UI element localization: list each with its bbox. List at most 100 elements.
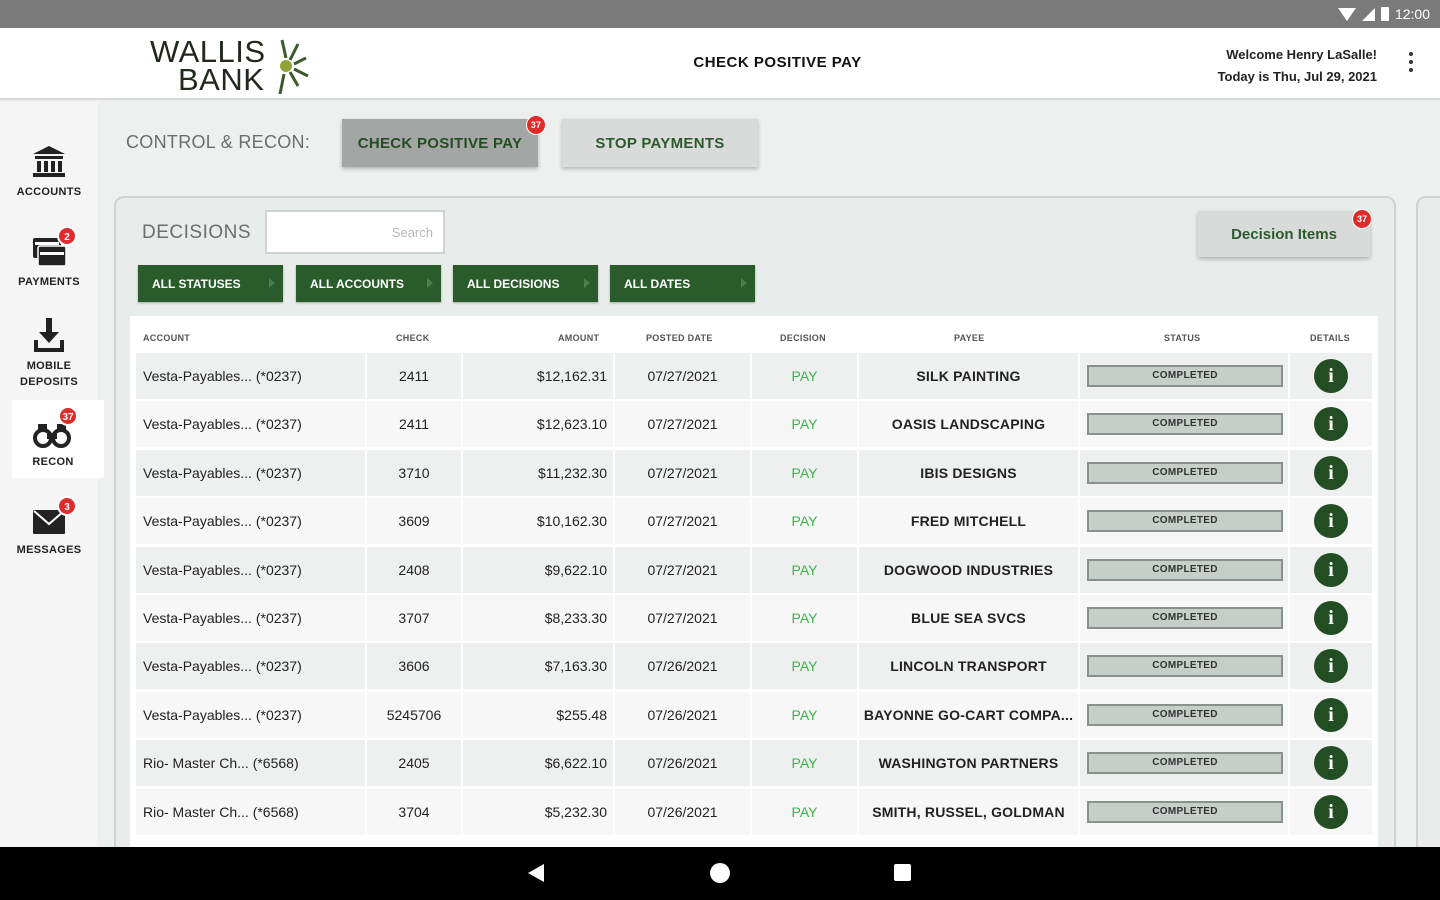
column-header-amount[interactable]: AMOUNT	[558, 333, 599, 343]
column-header-check[interactable]: CHECK	[396, 333, 430, 343]
battery-icon	[1380, 7, 1389, 21]
decisions-heading: DECISIONS	[142, 222, 252, 243]
posted-date-cell: 07/27/2021	[615, 401, 752, 448]
sidebar-item-messages[interactable]: 3 MESSAGES	[0, 496, 98, 558]
column-header-posted-date[interactable]: POSTED DATE	[646, 333, 713, 343]
table-row[interactable]: Vesta-Payables... (*0237) 3606 $7,163.30 07…	[136, 643, 1372, 690]
filter-all-statuses[interactable]: ALL STATUSES	[138, 265, 283, 302]
table-row[interactable]: Vesta-Payables... (*0237) 3609 $10,162.30 0…	[136, 498, 1372, 545]
sidebar-item-mobile-deposits[interactable]: MOBILE DEPOSITS	[0, 316, 98, 390]
sidebar-item-payments[interactable]: 2 PAYMENTS	[0, 226, 98, 290]
tab-check-positive-pay[interactable]: CHECK POSITIVE PAY 37	[342, 115, 546, 167]
column-header-details[interactable]: DETAILS	[1310, 333, 1350, 343]
status-cell: COMPLETED	[1080, 353, 1290, 399]
info-icon[interactable]: i	[1314, 601, 1348, 635]
payee-cell: OASIS LANDSCAPING	[859, 401, 1080, 448]
payee-cell: FRED MITCHELL	[859, 498, 1080, 545]
back-icon[interactable]	[528, 864, 544, 882]
column-header-status[interactable]: STATUS	[1164, 333, 1200, 343]
status-cell: COMPLETED	[1080, 449, 1290, 496]
payee-cell: BAYONNE GO-CART COMPA...	[859, 691, 1080, 738]
secondary-panel	[1416, 196, 1440, 856]
info-icon[interactable]: i	[1314, 504, 1348, 539]
check-cell: 2408	[367, 546, 463, 593]
welcome-block: Welcome Henry LaSalle! Today is Thu, Jul…	[1218, 44, 1377, 88]
status-cell: COMPLETED	[1080, 643, 1290, 690]
status-badge: COMPLETED	[1087, 800, 1283, 823]
info-icon[interactable]: i	[1314, 407, 1348, 442]
status-cell: COMPLETED	[1080, 595, 1290, 641]
column-header-account[interactable]: ACCOUNT	[143, 333, 190, 343]
amount-cell: $9,622.10	[463, 546, 615, 593]
details-cell: i	[1290, 692, 1372, 738]
sidebar: ACCOUNTS 2 PAYMENTS MOBILE DEPOSITS 37 R…	[0, 102, 104, 847]
decision-items-button[interactable]: Decision Items 37	[1198, 209, 1372, 257]
amount-cell: $12,162.31	[463, 353, 615, 399]
info-icon[interactable]: i	[1314, 746, 1348, 781]
overflow-menu-icon[interactable]	[1408, 52, 1414, 72]
status-cell: COMPLETED	[1080, 788, 1290, 835]
sidebar-item-recon[interactable]: 37 RECON	[12, 400, 104, 478]
dropdown-arrow-icon	[584, 278, 590, 288]
check-cell: 3609	[367, 498, 463, 545]
info-icon[interactable]: i	[1314, 649, 1348, 684]
info-icon[interactable]: i	[1314, 455, 1348, 490]
sidebar-item-accounts[interactable]: ACCOUNTS	[0, 142, 98, 200]
account-cell: Vesta-Payables... (*0237)	[136, 691, 367, 738]
account-cell: Vesta-Payables... (*0237)	[136, 401, 367, 448]
check-cell: 3710	[367, 449, 463, 496]
info-icon[interactable]: i	[1314, 794, 1348, 829]
recent-apps-icon[interactable]	[894, 864, 911, 881]
info-icon[interactable]: i	[1314, 552, 1348, 587]
check-cell: 5245706	[367, 691, 463, 738]
details-cell: i	[1290, 643, 1372, 689]
status-badge: COMPLETED	[1087, 703, 1283, 726]
column-header-payee[interactable]: PAYEE	[954, 333, 985, 343]
status-badge: COMPLETED	[1087, 413, 1283, 436]
status-badge: COMPLETED	[1087, 558, 1283, 581]
check-cell: 2411	[367, 401, 463, 448]
filter-label: ALL ACCOUNTS	[310, 276, 404, 291]
table-row[interactable]: Vesta-Payables... (*0237) 3707 $8,233.30 07…	[136, 595, 1372, 641]
payee-cell: SILK PAINTING	[859, 353, 1080, 399]
search-input[interactable]	[265, 210, 445, 254]
home-icon[interactable]	[710, 863, 730, 883]
payee-cell: BLUE SEA SVCS	[859, 595, 1080, 641]
amount-cell: $255.48	[463, 691, 615, 738]
decision-cell: PAY	[752, 643, 859, 690]
check-cell: 3704	[367, 788, 463, 835]
table-row[interactable]: Vesta-Payables... (*0237) 3710 $11,232.30 0…	[136, 449, 1372, 496]
clock: 12:00	[1394, 6, 1430, 22]
tab-stop-payments[interactable]: STOP PAYMENTS	[562, 119, 758, 167]
check-cell: 2405	[367, 740, 463, 787]
status-badge: COMPLETED	[1087, 461, 1283, 484]
control-recon-label: CONTROL & RECON:	[126, 132, 311, 152]
column-header-decision[interactable]: DECISION	[780, 333, 826, 343]
amount-cell: $7,163.30	[463, 643, 615, 690]
table-row[interactable]: Vesta-Payables... (*0237) 5245706 $255.48 0…	[136, 691, 1372, 738]
system-status-bar: 12:00	[0, 0, 1440, 28]
table-row[interactable]: Vesta-Payables... (*0237) 2408 $9,622.10 07…	[136, 546, 1372, 593]
decision-cell: PAY	[752, 353, 859, 399]
filter-all-accounts[interactable]: ALL ACCOUNTS	[296, 265, 441, 302]
welcome-text: Welcome Henry LaSalle!	[1226, 47, 1377, 62]
table-header: ACCOUNT CHECK AMOUNT POSTED DATE DECISIO…	[136, 333, 1372, 353]
info-icon[interactable]: i	[1314, 359, 1348, 393]
table-row[interactable]: Vesta-Payables... (*0237) 2411 $12,623.10 0…	[136, 401, 1372, 448]
signal-icon	[1361, 7, 1375, 21]
account-cell: Vesta-Payables... (*0237)	[136, 353, 367, 399]
account-cell: Vesta-Payables... (*0237)	[136, 449, 367, 496]
info-icon[interactable]: i	[1314, 697, 1348, 732]
status-badge: COMPLETED	[1087, 752, 1283, 775]
table-row[interactable]: Rio- Master Ch... (*6568) 2405 $6,622.10 07…	[136, 740, 1372, 787]
status-cell: COMPLETED	[1080, 498, 1290, 545]
table-row[interactable]: Rio- Master Ch... (*6568) 3704 $5,232.30 07…	[136, 788, 1372, 835]
check-cell: 3606	[367, 643, 463, 690]
filter-all-dates[interactable]: ALL DATES	[610, 265, 755, 302]
table-row[interactable]: Vesta-Payables... (*0237) 2411 $12,162.31 0…	[136, 353, 1372, 399]
download-icon	[34, 318, 64, 352]
payee-cell: IBIS DESIGNS	[859, 449, 1080, 496]
account-cell: Vesta-Payables... (*0237)	[136, 643, 367, 690]
filter-all-decisions[interactable]: ALL DECISIONS	[453, 265, 598, 302]
status-cell: COMPLETED	[1080, 546, 1290, 593]
